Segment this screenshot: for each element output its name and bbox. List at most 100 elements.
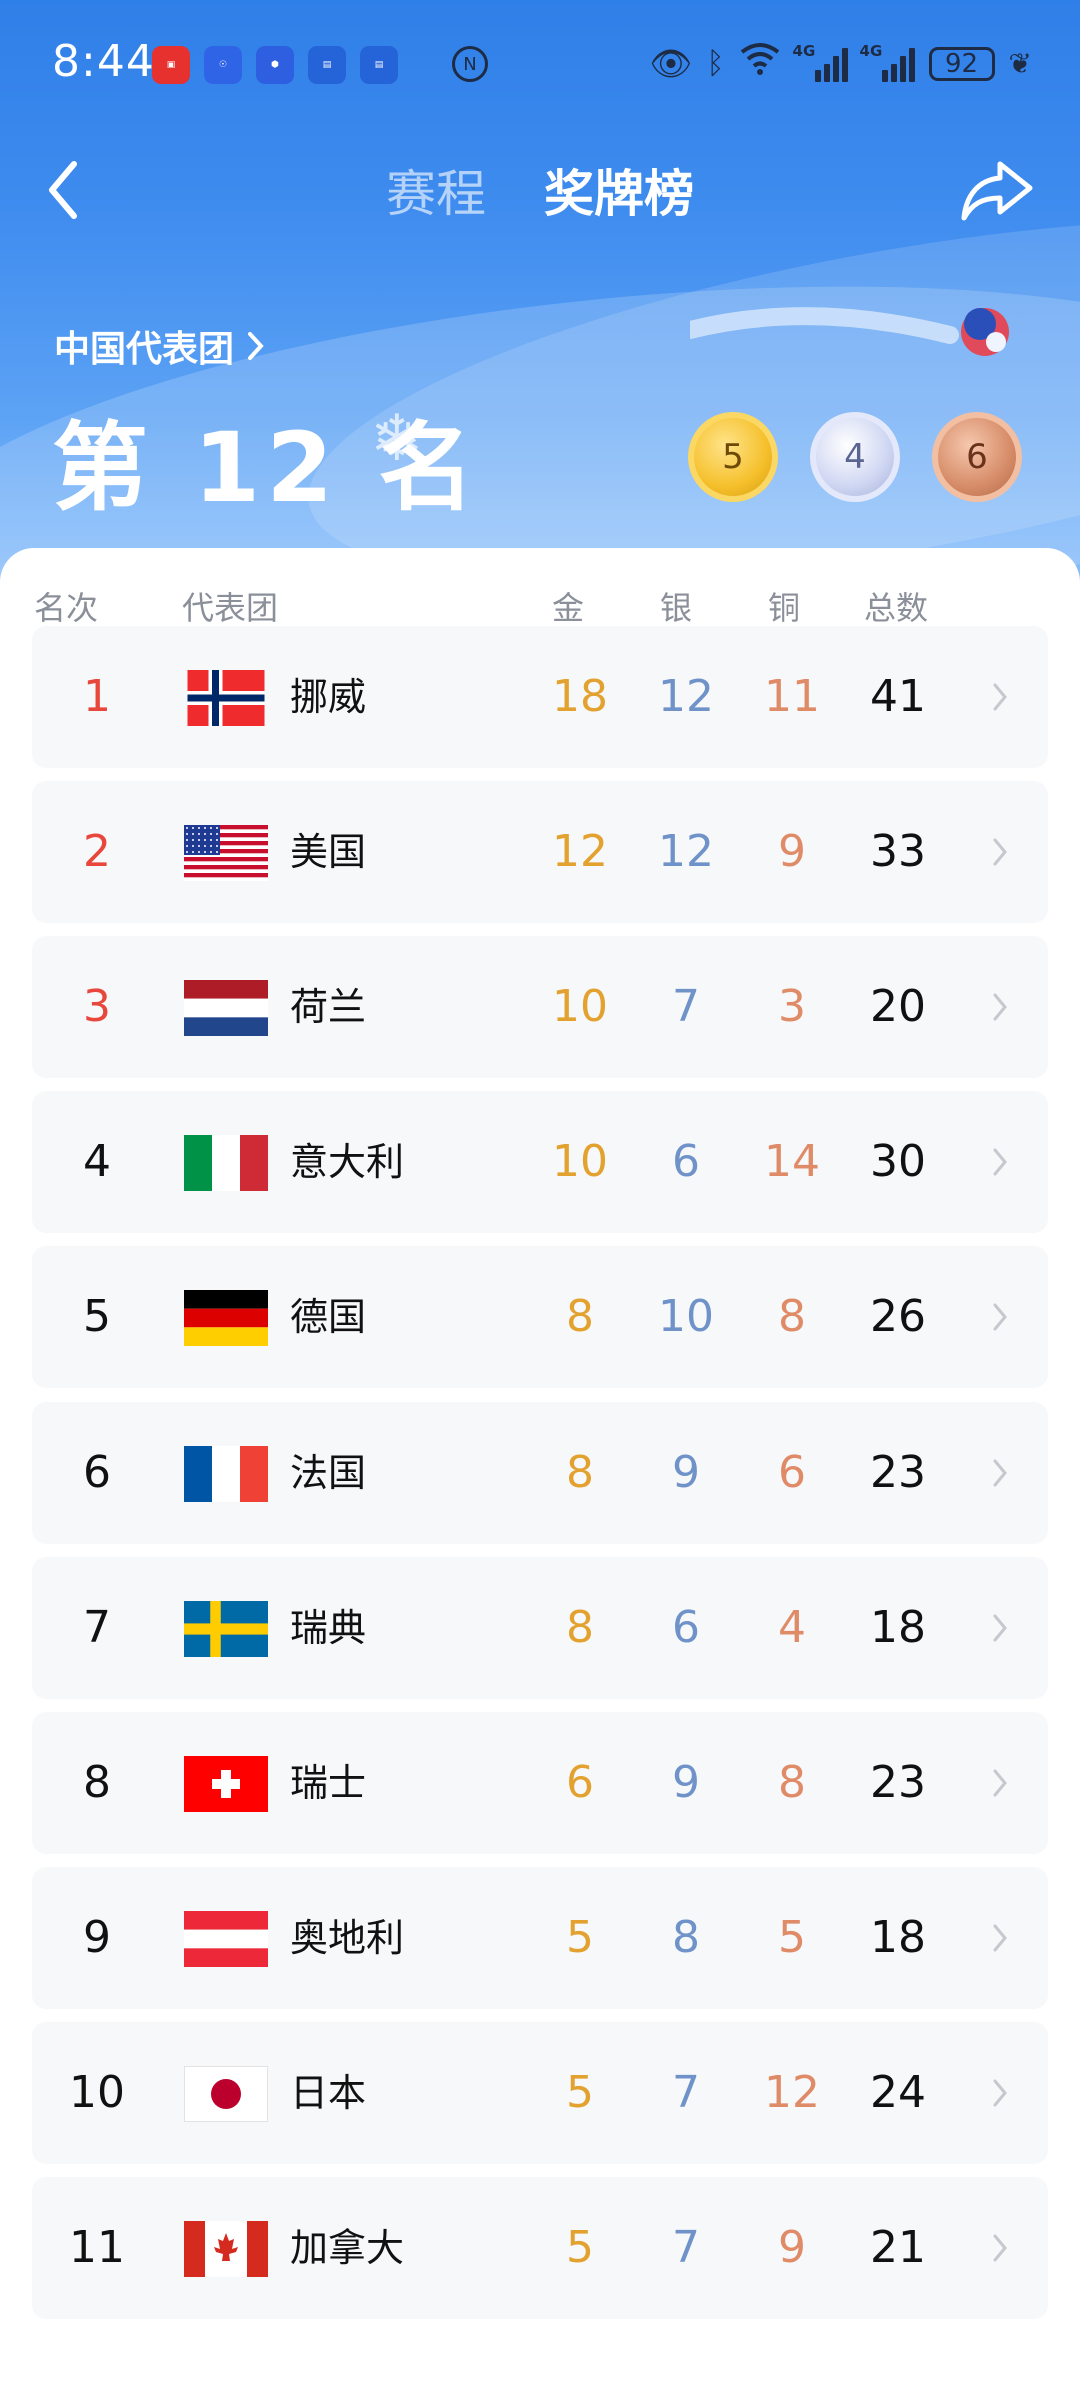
table-row[interactable]: 2 美国 12 12 9 33	[32, 781, 1048, 923]
row-country: 加拿大	[290, 2226, 405, 2270]
delegation-link[interactable]: 中国代表团	[54, 320, 266, 372]
table-row[interactable]: 8 瑞士 6 9 8 23	[32, 1712, 1048, 1854]
row-gold: 5	[566, 2067, 594, 2118]
row-bronze: 9	[778, 2222, 806, 2273]
bronze-medal-badge: 6	[932, 412, 1022, 502]
battery-icon: 92	[928, 46, 995, 81]
row-gold: 5	[566, 2222, 594, 2273]
tab-medal-table[interactable]: 奖牌榜	[544, 154, 694, 226]
row-bronze: 6	[778, 1447, 806, 1498]
flag-austria-icon	[184, 1911, 268, 1967]
row-country: 日本	[290, 2071, 367, 2115]
table-row[interactable]: 9 奥地利 5 8 5 18	[32, 1867, 1048, 2009]
flag-netherlands-icon	[184, 980, 268, 1036]
table-row[interactable]: 11 加拿大 5 7 9 21	[32, 2177, 1048, 2319]
nav-tabs: 赛程 奖牌榜	[0, 150, 1080, 230]
row-total: 23	[870, 1757, 926, 1808]
leaf-icon: ❦	[1008, 46, 1032, 80]
row-rank: 8	[83, 1757, 111, 1808]
row-gold: 10	[552, 1136, 608, 1187]
row-silver: 6	[672, 1602, 700, 1653]
row-silver: 6	[672, 1136, 700, 1187]
header-rank: 名次	[34, 589, 99, 627]
clock: 8:44	[52, 36, 155, 87]
tab-schedule[interactable]: 赛程	[386, 154, 486, 226]
flag-japan-icon	[184, 2066, 268, 2122]
flag-germany-icon	[184, 1290, 268, 1346]
table-row[interactable]: 7 瑞典 8 6 4 18	[32, 1557, 1048, 1699]
chevron-right-icon	[993, 683, 1007, 711]
row-total: 21	[870, 2222, 926, 2273]
row-rank: 7	[83, 1602, 111, 1653]
row-total: 33	[870, 826, 926, 877]
row-gold: 10	[552, 981, 608, 1032]
table-row[interactable]: 10 日本 5 7 12 24	[32, 2022, 1048, 2164]
row-silver: 7	[672, 2222, 700, 2273]
flag-canada-icon	[184, 2221, 268, 2277]
huawei-app-icon: ▣	[152, 46, 190, 84]
row-bronze: 12	[764, 2067, 820, 2118]
share-button[interactable]	[960, 156, 1036, 226]
medal-table-screen: 8:44 ▣ ☉ ⬢ ▤ ▤ N 👁 ᛒ 4G 4G 92 ❦ 赛程 奖牌榜 中…	[0, 0, 1080, 2388]
row-bronze: 8	[778, 1757, 806, 1808]
train-app-icon: ▤	[308, 46, 346, 84]
row-total: 23	[870, 1447, 926, 1498]
table-row[interactable]: 3 荷兰 10 7 3 20	[32, 936, 1048, 1078]
row-rank: 5	[83, 1291, 111, 1342]
shield-app-icon: ⬢	[256, 46, 294, 84]
cell-signal-icon: 4G	[793, 42, 848, 82]
table-row[interactable]: 5 德国 8 10 8 26	[32, 1246, 1048, 1388]
cell-signal-icon: 4G	[860, 42, 915, 82]
chevron-right-icon	[993, 1769, 1007, 1797]
delegation-name: 中国代表团	[54, 329, 235, 370]
row-country: 荷兰	[290, 985, 367, 1029]
row-bronze: 8	[778, 1291, 806, 1342]
train-app-icon: ▤	[360, 46, 398, 84]
notification-icons: ▣ ☉ ⬢ ▤ ▤	[152, 46, 398, 84]
row-bronze: 3	[778, 981, 806, 1032]
row-gold: 5	[566, 1912, 594, 1963]
row-silver: 7	[672, 2067, 700, 2118]
header-gold: 金	[552, 589, 585, 627]
flag-france-icon	[184, 1446, 268, 1502]
row-rank: 9	[83, 1912, 111, 1963]
header-bronze: 铜	[768, 589, 801, 627]
table-row[interactable]: 4 意大利 10 6 14 30	[32, 1091, 1048, 1233]
gold-medal-badge: 5	[688, 412, 778, 502]
row-country: 法国	[290, 1451, 367, 1495]
row-rank: 1	[83, 671, 111, 722]
flag-switzerland-icon	[184, 1756, 268, 1812]
row-country: 德国	[290, 1295, 367, 1339]
table-row[interactable]: 1 挪威 18 12 11 41	[32, 626, 1048, 768]
row-gold: 8	[566, 1291, 594, 1342]
row-gold: 8	[566, 1602, 594, 1653]
row-bronze: 14	[764, 1136, 820, 1187]
chevron-right-icon	[993, 2234, 1007, 2262]
row-rank: 10	[69, 2067, 125, 2118]
row-silver: 12	[658, 826, 714, 877]
flag-sweden-icon	[184, 1601, 268, 1657]
row-rank: 6	[83, 1447, 111, 1498]
flag-norway-icon	[184, 670, 268, 726]
system-icons: 👁 ᛒ 4G 4G 92 ❦	[649, 40, 1032, 87]
header-banner: 8:44 ▣ ☉ ⬢ ▤ ▤ N 👁 ᛒ 4G 4G 92 ❦ 赛程 奖牌榜 中…	[0, 0, 1080, 600]
chevron-right-icon	[993, 1459, 1007, 1487]
mascot-decoration	[681, 290, 1020, 380]
header-delegation: 代表团	[182, 589, 279, 627]
row-total: 20	[870, 981, 926, 1032]
row-rank: 4	[83, 1136, 111, 1187]
row-total: 18	[870, 1602, 926, 1653]
table-row[interactable]: 6 法国 8 9 6 23	[32, 1402, 1048, 1544]
row-bronze: 4	[778, 1602, 806, 1653]
row-total: 24	[870, 2067, 926, 2118]
chevron-right-icon	[993, 1303, 1007, 1331]
eye-comfort-icon: 👁	[649, 43, 693, 84]
row-silver: 12	[658, 671, 714, 722]
chevron-right-icon	[993, 1614, 1007, 1642]
row-total: 30	[870, 1136, 926, 1187]
medal-table-card: 名次 代表团 金 银 铜 总数 1 挪威 18 12 11 41 2 美国 12 12 9 33 3 荷兰…	[0, 548, 1080, 2388]
row-country: 瑞士	[290, 1761, 367, 1805]
row-rank: 2	[83, 826, 111, 877]
flag-italy-icon	[184, 1135, 268, 1191]
row-silver: 7	[672, 981, 700, 1032]
